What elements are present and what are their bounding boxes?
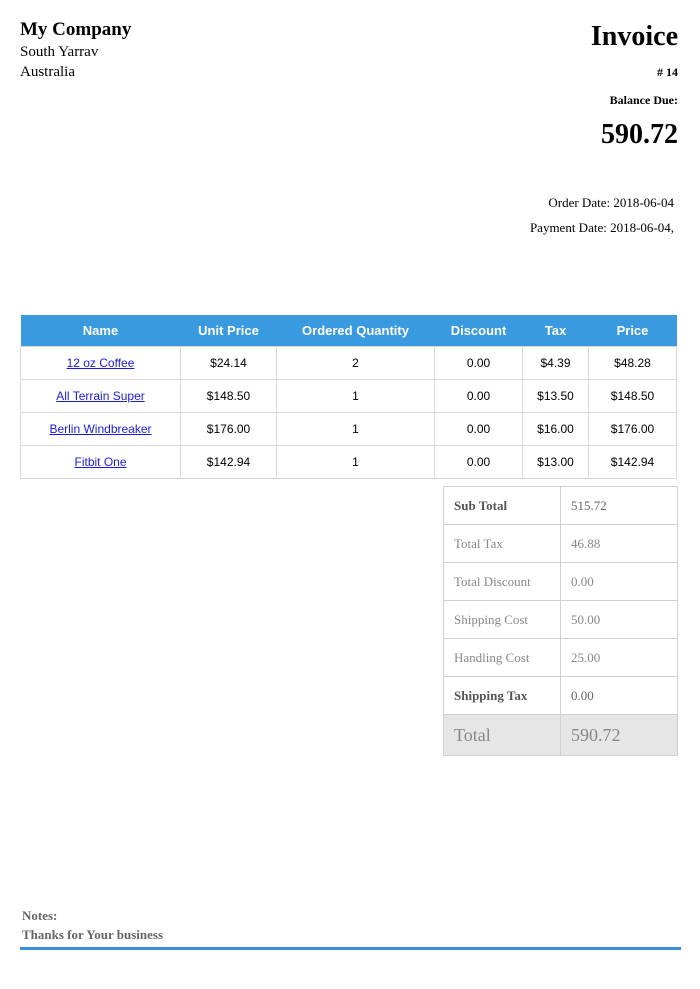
total-tax-label: Total Tax <box>443 524 561 563</box>
shipping-tax-label: Shipping Tax <box>443 676 561 715</box>
tax-cell: $13.50 <box>522 379 589 413</box>
tax-cell: $13.00 <box>522 445 589 479</box>
table-row: 12 oz Coffee $24.14 2 0.00 $4.39 $48.28 <box>20 346 677 380</box>
item-link[interactable]: Berlin Windbreaker <box>49 422 151 436</box>
unit-price-cell: $24.14 <box>180 346 277 380</box>
quantity-cell: 1 <box>276 379 435 413</box>
invoice-title: Invoice <box>590 21 678 52</box>
balance-due-label: Balance Due: <box>609 93 678 107</box>
grand-total-row: Total 590.72 <box>443 714 678 756</box>
company-address-line2: Australia <box>20 64 75 80</box>
sub-total-row: Sub Total 515.72 <box>443 486 678 525</box>
total-discount-row: Total Discount 0.00 <box>443 562 678 601</box>
col-header-name: Name <box>20 315 181 347</box>
shipping-tax-row: Shipping Tax 0.00 <box>443 676 678 715</box>
notes-label: Notes: <box>22 908 58 923</box>
col-header-ordered-quantity: Ordered Quantity <box>276 315 435 347</box>
price-cell: $148.50 <box>588 379 677 413</box>
table-row: Berlin Windbreaker $176.00 1 0.00 $16.00… <box>20 412 677 446</box>
invoice-number: # 14 <box>657 65 678 79</box>
items-table-header-row: Name Unit Price Ordered Quantity Discoun… <box>20 315 677 347</box>
company-info: My Company South Yarrav Australia <box>20 18 131 82</box>
col-header-price: Price <box>588 315 677 347</box>
company-address-line1: South Yarrav <box>20 44 99 60</box>
shipping-cost-value: 50.00 <box>560 600 678 639</box>
col-header-unit-price: Unit Price <box>180 315 277 347</box>
balance-due-value: 590.72 <box>601 119 678 150</box>
col-header-discount: Discount <box>434 315 523 347</box>
price-cell: $142.94 <box>588 445 677 479</box>
unit-price-cell: $142.94 <box>180 445 277 479</box>
total-tax-value: 46.88 <box>560 524 678 563</box>
discount-cell: 0.00 <box>434 412 523 446</box>
discount-cell: 0.00 <box>434 346 523 380</box>
unit-price-cell: $148.50 <box>180 379 277 413</box>
sub-total-value: 515.72 <box>560 486 678 525</box>
tax-cell: $16.00 <box>522 412 589 446</box>
col-header-tax: Tax <box>522 315 589 347</box>
shipping-cost-label: Shipping Cost <box>443 600 561 639</box>
company-name: My Company <box>20 19 132 40</box>
table-row: All Terrain Super $148.50 1 0.00 $13.50 … <box>20 379 677 413</box>
price-cell: $48.28 <box>588 346 677 380</box>
table-row: Fitbit One $142.94 1 0.00 $13.00 $142.94 <box>20 445 677 479</box>
price-cell: $176.00 <box>588 412 677 446</box>
shipping-cost-row: Shipping Cost 50.00 <box>443 600 678 639</box>
grand-total-label: Total <box>443 714 561 756</box>
quantity-cell: 1 <box>276 412 435 446</box>
total-discount-label: Total Discount <box>443 562 561 601</box>
notes-section: Notes: Thanks for Your business <box>22 906 163 944</box>
items-table: Name Unit Price Ordered Quantity Discoun… <box>20 315 677 479</box>
item-link[interactable]: Fitbit One <box>74 455 126 469</box>
handling-cost-row: Handling Cost 25.00 <box>443 638 678 677</box>
invoice-header: Invoice # 14 Balance Due: 590.72 <box>591 20 678 152</box>
grand-total-value: 590.72 <box>560 714 678 756</box>
total-tax-row: Total Tax 46.88 <box>443 524 678 563</box>
invoice-dates: Order Date: 2018-06-04 Payment Date: 201… <box>530 190 674 240</box>
discount-cell: 0.00 <box>434 379 523 413</box>
shipping-tax-value: 0.00 <box>560 676 678 715</box>
unit-price-cell: $176.00 <box>180 412 277 446</box>
sub-total-label: Sub Total <box>443 486 561 525</box>
notes-text: Thanks for Your business <box>22 927 164 942</box>
footer-divider <box>20 947 681 950</box>
handling-cost-value: 25.00 <box>560 638 678 677</box>
total-discount-value: 0.00 <box>560 562 678 601</box>
order-date: Order Date: 2018-06-04 <box>548 195 674 210</box>
item-link[interactable]: All Terrain Super <box>56 389 145 403</box>
handling-cost-label: Handling Cost <box>443 638 561 677</box>
quantity-cell: 1 <box>276 445 435 479</box>
discount-cell: 0.00 <box>434 445 523 479</box>
quantity-cell: 2 <box>276 346 435 380</box>
payment-date: Payment Date: 2018-06-04, <box>529 220 674 235</box>
totals-table: Sub Total 515.72 Total Tax 46.88 Total D… <box>443 486 678 756</box>
tax-cell: $4.39 <box>522 346 589 380</box>
item-link[interactable]: 12 oz Coffee <box>67 356 135 370</box>
